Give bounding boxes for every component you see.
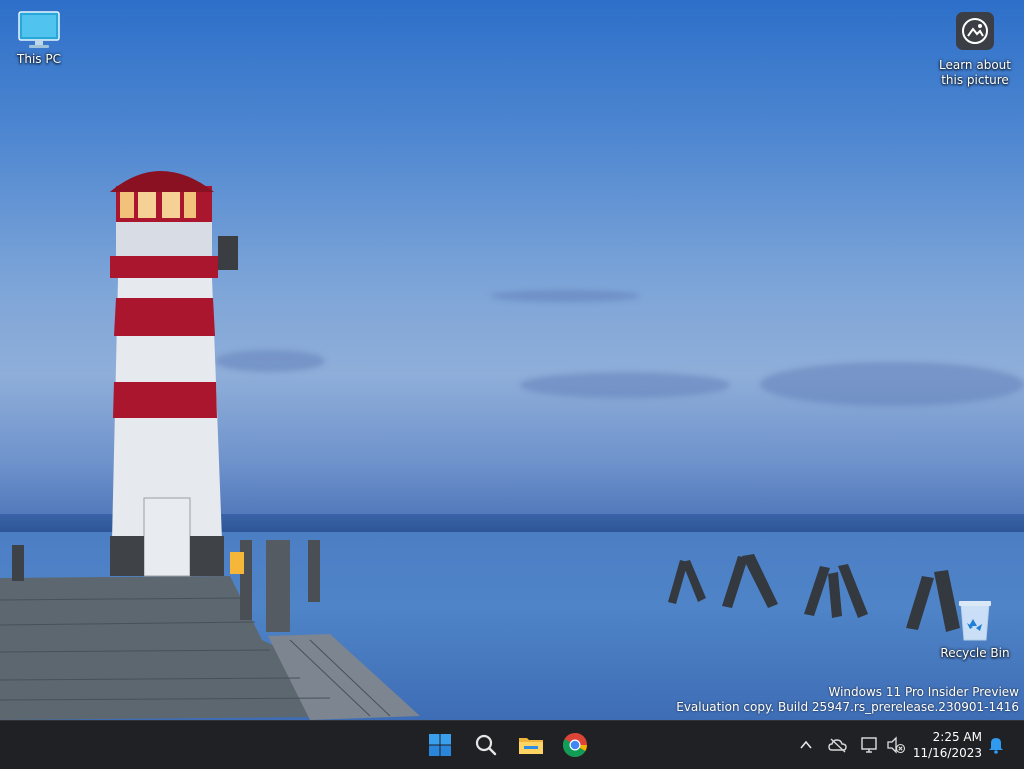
- this-pc-desktop-icon[interactable]: This PC: [8, 8, 70, 67]
- learn-about-picture-label: Learn about this picture: [939, 58, 1011, 87]
- recycle-bin-label: Recycle Bin: [940, 646, 1010, 660]
- clock-date: 11/16/2023: [912, 746, 982, 760]
- network-icon: [861, 737, 877, 753]
- file-explorer-icon: [519, 738, 543, 754]
- lighthouse: [110, 171, 238, 577]
- start-button[interactable]: [424, 729, 456, 761]
- chevron-up-icon: [800, 740, 812, 749]
- water-pilings: [668, 554, 960, 632]
- learn-about-picture-desktop-icon[interactable]: Learn about this picture: [936, 10, 1014, 88]
- pier-post: [308, 540, 320, 602]
- watermark-line-1: Windows 11 Pro Insider Preview: [828, 685, 1019, 699]
- onedrive-button[interactable]: [826, 733, 850, 757]
- pier-post: [266, 540, 290, 632]
- lighthouse-scene: [0, 171, 960, 720]
- clock-time: 2:25 AM: [932, 730, 982, 744]
- recycle-bin-icon: [959, 601, 991, 641]
- start-icon: [429, 734, 451, 756]
- file-explorer-button[interactable]: [515, 729, 547, 761]
- desktop-wallpaper: This PC Learn about this picture Recycle…: [0, 0, 1024, 720]
- learn-about-picture-icon: [956, 12, 994, 50]
- network-button[interactable]: [858, 733, 882, 757]
- show-hidden-icons-button[interactable]: [794, 733, 818, 757]
- notifications-button[interactable]: [984, 733, 1008, 757]
- bell-icon: [989, 738, 1003, 754]
- pier-post: [12, 545, 24, 581]
- volume-button[interactable]: [884, 733, 908, 757]
- cloud-offline-icon: [828, 738, 847, 753]
- this-pc-label: This PC: [17, 52, 61, 66]
- chrome-icon: [563, 732, 587, 758]
- watermark-line-2: Evaluation copy. Build 25947.rs_prerelea…: [676, 700, 1019, 714]
- speaker-muted-icon: [887, 736, 906, 754]
- recycle-bin-desktop-icon[interactable]: Recycle Bin: [940, 598, 1010, 661]
- pier-lamp: [230, 552, 244, 574]
- taskbar-clock[interactable]: 2:25 AM 11/16/2023: [913, 729, 982, 761]
- search-button[interactable]: [470, 729, 502, 761]
- taskbar: 2:25 AM 11/16/2023: [0, 720, 1024, 769]
- search-icon: [475, 734, 497, 756]
- chrome-button[interactable]: [559, 729, 591, 761]
- monitor-icon: [18, 11, 60, 48]
